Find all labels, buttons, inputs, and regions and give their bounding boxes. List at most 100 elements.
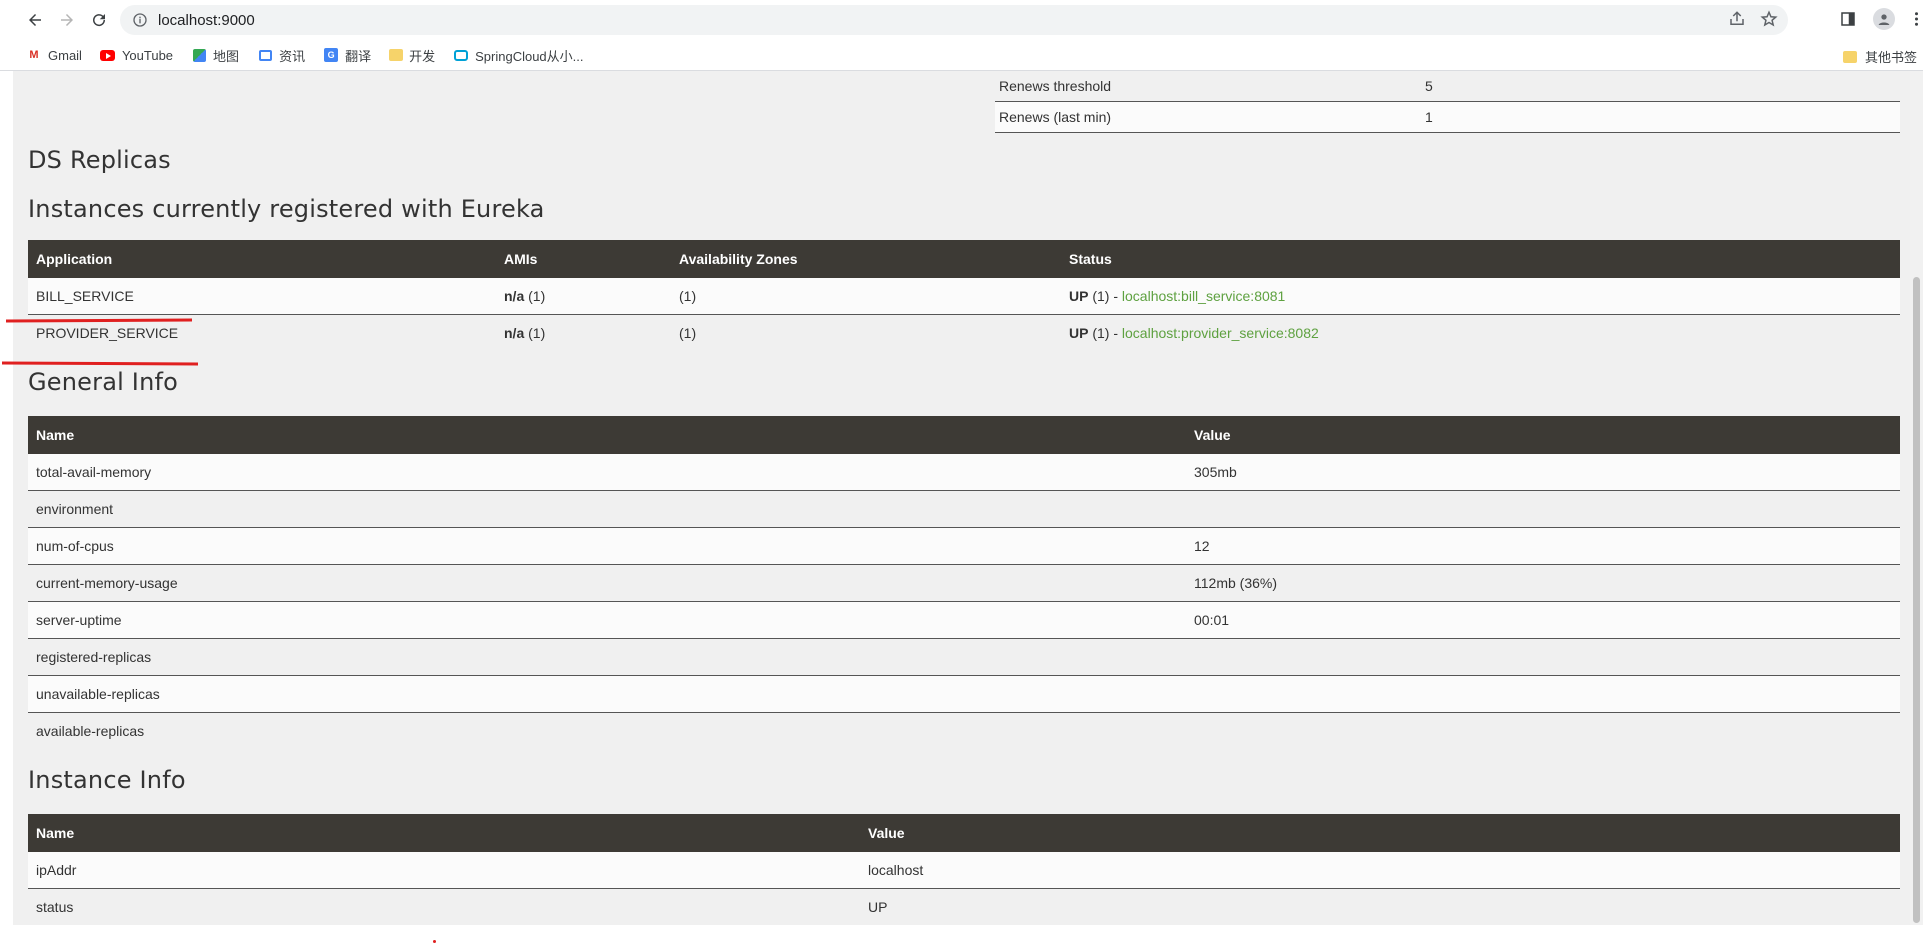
renews-name: Renews threshold	[995, 71, 1421, 102]
zones-cell: (1)	[671, 314, 1061, 351]
info-value: 00:01	[1186, 601, 1900, 639]
annotation-dot	[433, 940, 436, 943]
folder-icon	[389, 49, 404, 61]
table-row: unavailable-replicas	[28, 675, 1900, 713]
bookmark-label: 开发	[409, 48, 436, 64]
table-row: PROVIDER_SERVICE n/a (1) (1) UP (1) - lo…	[28, 314, 1900, 351]
maps-icon	[191, 47, 207, 63]
arrow-right-icon	[61, 14, 73, 26]
bookmark-youtube[interactable]: YouTube	[100, 47, 173, 63]
column-header[interactable]: Name	[28, 416, 1186, 454]
back-button[interactable]	[22, 7, 48, 33]
menu-icon[interactable]	[1909, 8, 1923, 30]
table-row: status UP	[28, 888, 1900, 925]
amis-value: n/a	[504, 325, 525, 341]
gmail-icon: M	[29, 49, 39, 61]
column-header[interactable]: Value	[860, 814, 1900, 852]
address-bar[interactable]: localhost:9000	[120, 5, 1788, 35]
general-info-table: Name Value total-avail-memory 305mb envir…	[28, 416, 1900, 749]
renews-table: Renews threshold 5 Renews (last min) 1	[995, 71, 1900, 133]
info-name: registered-replicas	[28, 638, 1186, 676]
table-row: ipAddr localhost	[28, 852, 1900, 889]
url-text: localhost:9000	[158, 11, 255, 29]
instance-link[interactable]: localhost:bill_service:8081	[1122, 288, 1285, 304]
info-value: 112mb (36%)	[1186, 564, 1900, 602]
info-name: ipAddr	[28, 852, 860, 889]
column-header[interactable]: Status	[1061, 240, 1900, 278]
bookmark-springcloud[interactable]: SpringCloud从小...	[453, 46, 584, 65]
status-cell: UP (1) - localhost:bill_service:8081	[1061, 278, 1900, 315]
news-icon	[257, 47, 273, 63]
status-count: (1) -	[1092, 325, 1119, 341]
instance-info-title: Instance Info	[28, 766, 186, 794]
column-header[interactable]: Application	[28, 240, 496, 278]
forward-button[interactable]	[54, 7, 80, 33]
column-header[interactable]: AMIs	[496, 240, 671, 278]
renews-value: 5	[1421, 71, 1900, 102]
info-value: 305mb	[1186, 454, 1900, 491]
zones-cell: (1)	[671, 278, 1061, 315]
bookmark-news[interactable]: 资讯	[257, 46, 305, 65]
info-value	[1186, 638, 1900, 676]
bookmarks-bar: M Gmail YouTube 地图 资讯 G 翻译 开发 SpringClou…	[0, 40, 1923, 71]
table-header-row: Name Value	[28, 416, 1900, 454]
instance-link[interactable]: localhost:provider_service:8082	[1122, 325, 1319, 341]
table-row: Renews threshold 5	[995, 71, 1900, 102]
bookmark-label: Gmail	[48, 47, 82, 63]
share-icon[interactable]	[1728, 10, 1746, 28]
star-icon[interactable]	[1760, 10, 1778, 28]
amis-count: (1)	[528, 325, 546, 341]
profile-avatar[interactable]	[1873, 8, 1895, 30]
info-name: num-of-cpus	[28, 527, 1186, 565]
renews-name: Renews (last min)	[995, 101, 1421, 133]
ds-replicas-title: DS Replicas	[28, 146, 171, 174]
bookmark-label: 地图	[213, 48, 240, 64]
info-name: server-uptime	[28, 601, 1186, 639]
bookmark-maps[interactable]: 地图	[191, 46, 239, 65]
bookmark-gmail[interactable]: M Gmail	[26, 47, 82, 63]
info-name: available-replicas	[28, 712, 1186, 749]
bookmark-label: 资讯	[279, 48, 306, 64]
bookmark-label: YouTube	[121, 47, 174, 63]
table-header-row: Application AMIs Availability Zones Stat…	[28, 240, 1900, 278]
reload-button[interactable]	[86, 7, 112, 33]
page-scrollbar[interactable]	[1910, 71, 1923, 925]
table-row: num-of-cpus 12	[28, 527, 1900, 565]
other-bookmarks[interactable]: 其他书签	[1842, 47, 1917, 66]
info-value	[1186, 490, 1900, 528]
table-row: server-uptime 00:01	[28, 601, 1900, 639]
arrow-left-icon	[29, 14, 41, 26]
page-content: Renews threshold 5 Renews (last min) 1 D…	[13, 71, 1923, 925]
general-info-title: General Info	[28, 368, 179, 396]
info-name: unavailable-replicas	[28, 675, 1186, 713]
folder-icon	[1842, 50, 1857, 63]
table-row: registered-replicas	[28, 638, 1900, 676]
youtube-icon	[100, 47, 116, 63]
instances-table: Application AMIs Availability Zones Stat…	[28, 240, 1900, 351]
table-row: total-avail-memory 305mb	[28, 454, 1900, 491]
table-row: BILL_SERVICE n/a (1) (1) UP (1) - localh…	[28, 278, 1900, 315]
person-icon	[1878, 14, 1890, 25]
reload-icon	[93, 14, 106, 27]
table-row: current-memory-usage 112mb (36%)	[28, 564, 1900, 602]
bookmark-label: 翻译	[345, 48, 372, 64]
info-icon[interactable]	[132, 12, 148, 28]
amis-count: (1)	[528, 288, 546, 304]
column-header[interactable]: Value	[1186, 416, 1900, 454]
column-header[interactable]: Name	[28, 814, 860, 852]
instance-info-table: Name Value ipAddr localhost status UP	[28, 814, 1900, 925]
info-value	[1186, 675, 1900, 713]
bookmark-translate[interactable]: G 翻译	[323, 46, 371, 65]
scrollbar-thumb[interactable]	[1913, 277, 1920, 923]
side-panel-icon[interactable]	[1837, 8, 1859, 30]
status-value: UP	[1069, 325, 1089, 341]
column-header[interactable]: Availability Zones	[671, 240, 1061, 278]
info-name: total-avail-memory	[28, 454, 1186, 491]
bookmark-folder-dev[interactable]: 开发	[389, 46, 435, 65]
bilibili-icon	[453, 47, 469, 63]
browser-toolbar: localhost:9000	[0, 0, 1923, 40]
bottom-margin	[0, 925, 1923, 945]
amis-cell: n/a (1)	[496, 278, 671, 315]
application-name: BILL_SERVICE	[28, 278, 496, 315]
amis-cell: n/a (1)	[496, 314, 671, 351]
